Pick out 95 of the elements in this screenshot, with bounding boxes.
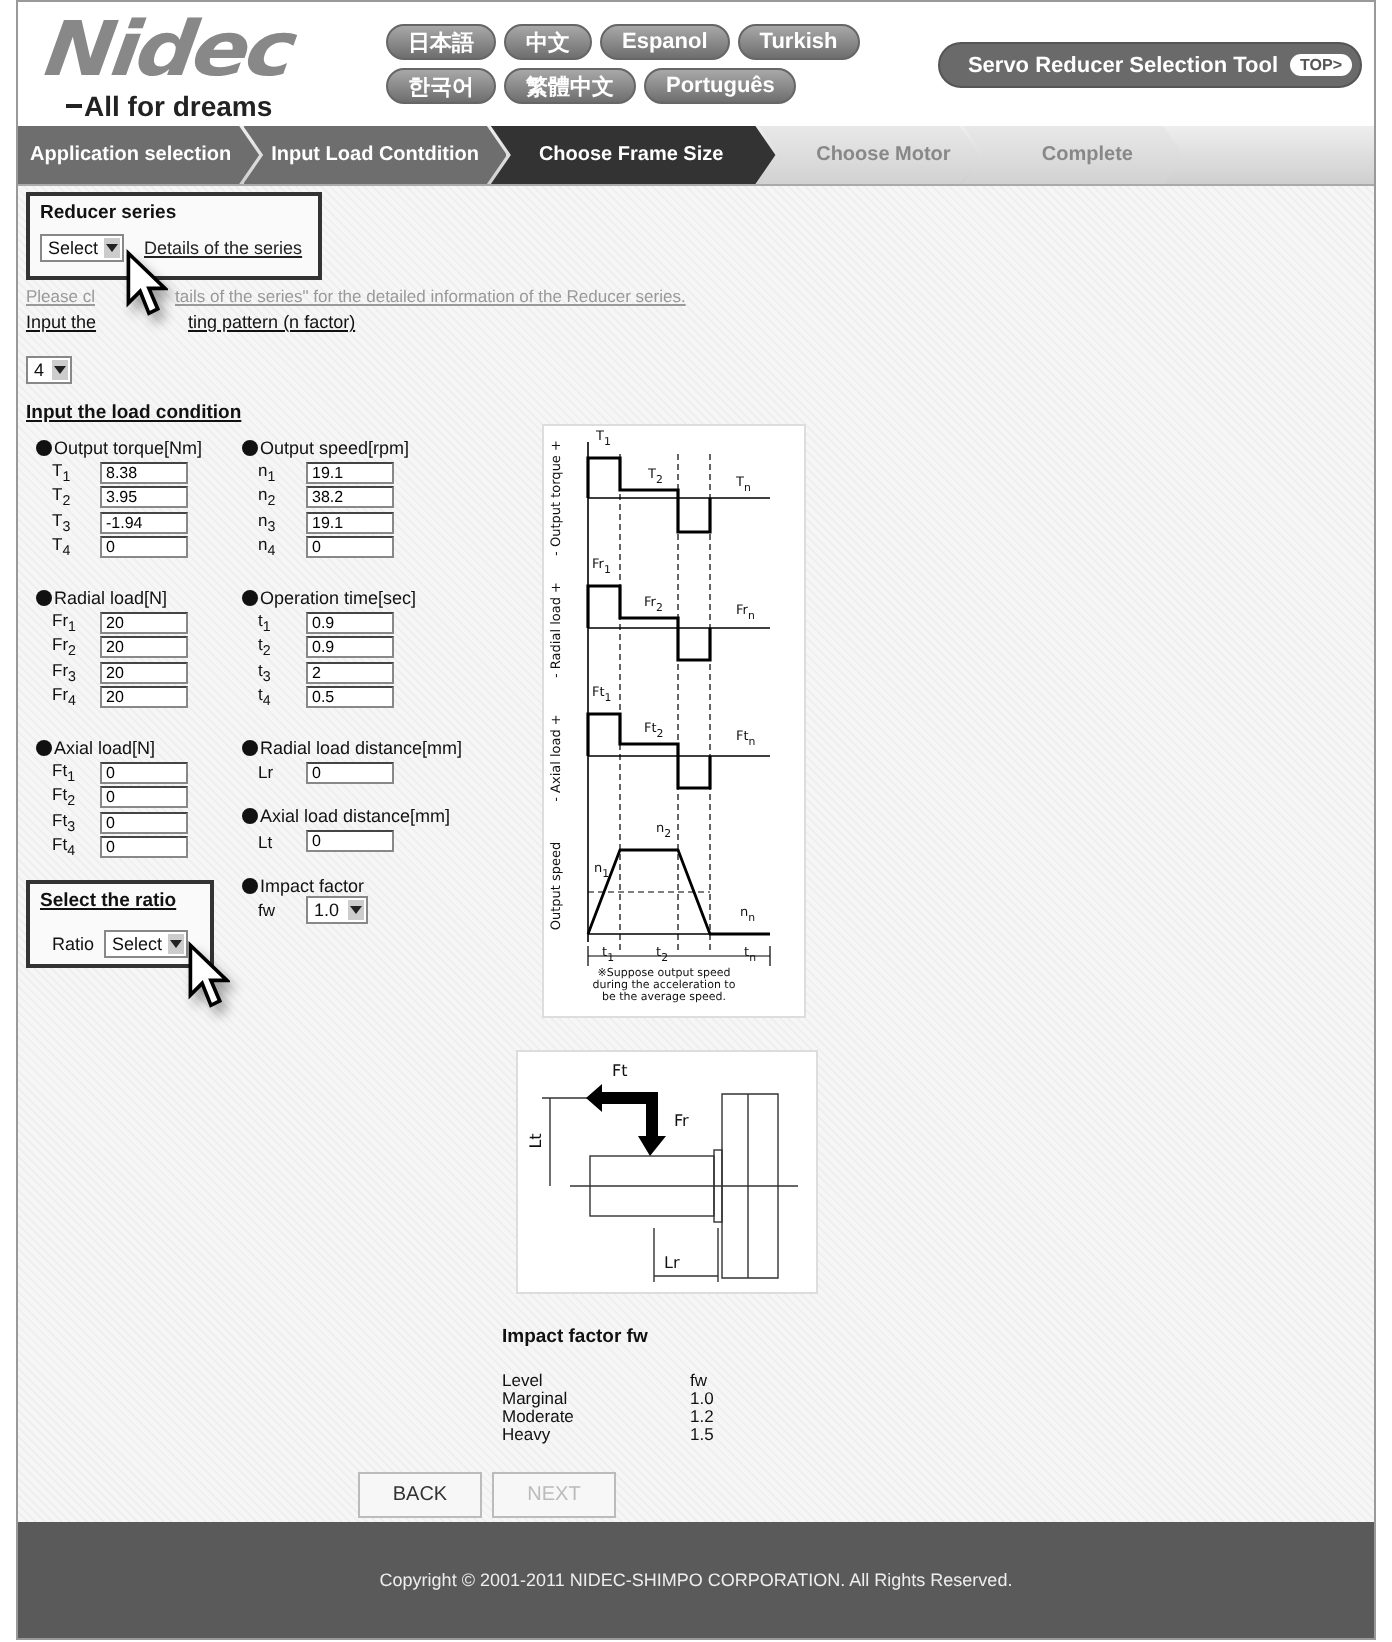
field-label: Fr$_{1}$ [52, 609, 78, 636]
input-field[interactable]: 0.5 [306, 686, 394, 709]
bullet-icon [36, 439, 52, 455]
field-label: Ratio [52, 934, 95, 954]
group-title: Output speed[rpm] [260, 437, 410, 457]
table-cell-text: Marginal [502, 1390, 570, 1408]
input-field[interactable]: 0 [100, 836, 188, 859]
field-label: t$_{4}$ [258, 684, 273, 711]
diagram-label: Ft [612, 1062, 628, 1080]
bullet-icon [36, 739, 52, 755]
bullet-icon [242, 589, 258, 605]
group-title: Output torque[Nm] [54, 437, 203, 457]
field-label: n$_{4}$ [258, 534, 278, 561]
input-field[interactable]: 0 [100, 786, 188, 809]
diagram-label: Fr [674, 1112, 689, 1130]
bullet-icon [242, 439, 258, 455]
field-label: T$_{3}$ [52, 509, 73, 536]
input-field[interactable]: 19.1 [306, 511, 394, 534]
bullet-icon [242, 808, 258, 824]
input-field[interactable]: 3.95 [100, 486, 188, 509]
field-label: fw [258, 900, 277, 921]
diagram-label: Lt [526, 1133, 545, 1149]
group-title: Operation time[sec] [260, 587, 417, 607]
input-field[interactable]: 2 [306, 661, 394, 684]
logo: Nidec [41, 17, 301, 83]
table-header: fw [690, 1372, 707, 1390]
hint-text: tails of the series" for the detailed information of the Reducer series. [175, 286, 686, 306]
input-field[interactable]: 8.38 [100, 461, 188, 484]
language-button[interactable]: 中文 [504, 24, 592, 60]
field-label: Ft$_{4}$ [52, 834, 77, 861]
field-label: T$_{1}$ [52, 459, 73, 486]
table-cell-text: Moderate [502, 1408, 576, 1426]
field-label: t$_{1}$ [258, 609, 273, 636]
input-field[interactable]: 0.9 [306, 636, 394, 659]
field-label: Fr$_{3}$ [52, 659, 78, 686]
group-title: Impact factor [260, 875, 365, 895]
input-field[interactable]: 20 [100, 636, 188, 659]
input-field[interactable]: 0 [306, 761, 394, 784]
field-label: Lr [258, 762, 276, 783]
series-select[interactable]: Select [40, 234, 125, 262]
input-field[interactable]: 0 [306, 536, 394, 559]
back-button[interactable]: BACK [358, 1472, 482, 1518]
section-title: Input the load condition [26, 402, 244, 424]
field-label: n$_{3}$ [258, 509, 278, 536]
pattern-label: ting pattern (n factor) [188, 312, 356, 332]
group-title: Axial load distance[mm] [260, 806, 451, 826]
tagline: All for dreams [84, 90, 273, 122]
input-field[interactable]: 38.2 [306, 486, 394, 509]
group-title: Radial load[N] [54, 587, 168, 607]
input-field[interactable]: -1.94 [100, 511, 188, 534]
top-badge[interactable]: TOP> [1290, 54, 1352, 76]
input-field[interactable]: 0 [100, 761, 188, 784]
bullet-icon [242, 877, 258, 893]
field-label: n$_{1}$ [258, 459, 278, 486]
input-field[interactable]: 20 [100, 686, 188, 709]
pattern-label: Input the [26, 312, 97, 332]
field-label: T$_{2}$ [52, 484, 73, 511]
input-field[interactable]: 0 [100, 811, 188, 834]
group-title: Axial load[N] [54, 737, 156, 757]
bullet-icon [242, 739, 258, 755]
dash-icon [66, 104, 82, 108]
field-label: Lt [258, 831, 275, 852]
field-label: n$_{2}$ [258, 484, 278, 511]
section-title: Reducer series [40, 202, 179, 224]
details-link[interactable]: Details of the series [144, 238, 303, 258]
field-label: Fr$_{4}$ [52, 684, 78, 711]
table-cell: 1.0 [690, 1390, 714, 1408]
field-label: Ft$_{3}$ [52, 809, 77, 836]
input-field[interactable]: 0.9 [306, 611, 394, 634]
field-label: Fr$_{2}$ [52, 634, 78, 661]
ratio-select[interactable]: Select [104, 930, 189, 958]
input-field[interactable]: 0 [306, 830, 394, 853]
table-cell: 1.5 [690, 1426, 714, 1444]
input-field[interactable]: 0 [100, 536, 188, 559]
field-label: Ft$_{1}$ [52, 759, 77, 786]
field-label: T$_{4}$ [52, 534, 73, 561]
field-label: t$_{3}$ [258, 659, 273, 686]
section-title: Select the ratio [40, 890, 179, 912]
pattern-select[interactable]: 4 [26, 356, 73, 384]
table-cell: 1.2 [690, 1408, 714, 1426]
input-field[interactable]: 19.1 [306, 461, 394, 484]
field-label: t$_{2}$ [258, 634, 273, 661]
copyright-text: Copyright © 2001-2011 NIDEC-SHIMPO CORPORATION. All Rights Reserved. [379, 1570, 1013, 1590]
impact-select[interactable]: 1.0 [306, 896, 368, 925]
input-field[interactable]: 20 [100, 611, 188, 634]
field-label: Ft$_{2}$ [52, 784, 77, 811]
input-field[interactable]: 20 [100, 661, 188, 684]
bullet-icon [36, 589, 52, 605]
hint-text: Please cl [26, 286, 95, 306]
tool-button[interactable]: Servo Reducer Selection Tool TOP> [937, 42, 1362, 88]
table-title: Impact factor fw [502, 1326, 650, 1348]
diagram-label: Lr [664, 1254, 680, 1272]
group-title: Radial load distance[mm] [260, 737, 463, 757]
table-cell-text: Heavy [502, 1426, 553, 1444]
table-header: Level [502, 1372, 545, 1390]
